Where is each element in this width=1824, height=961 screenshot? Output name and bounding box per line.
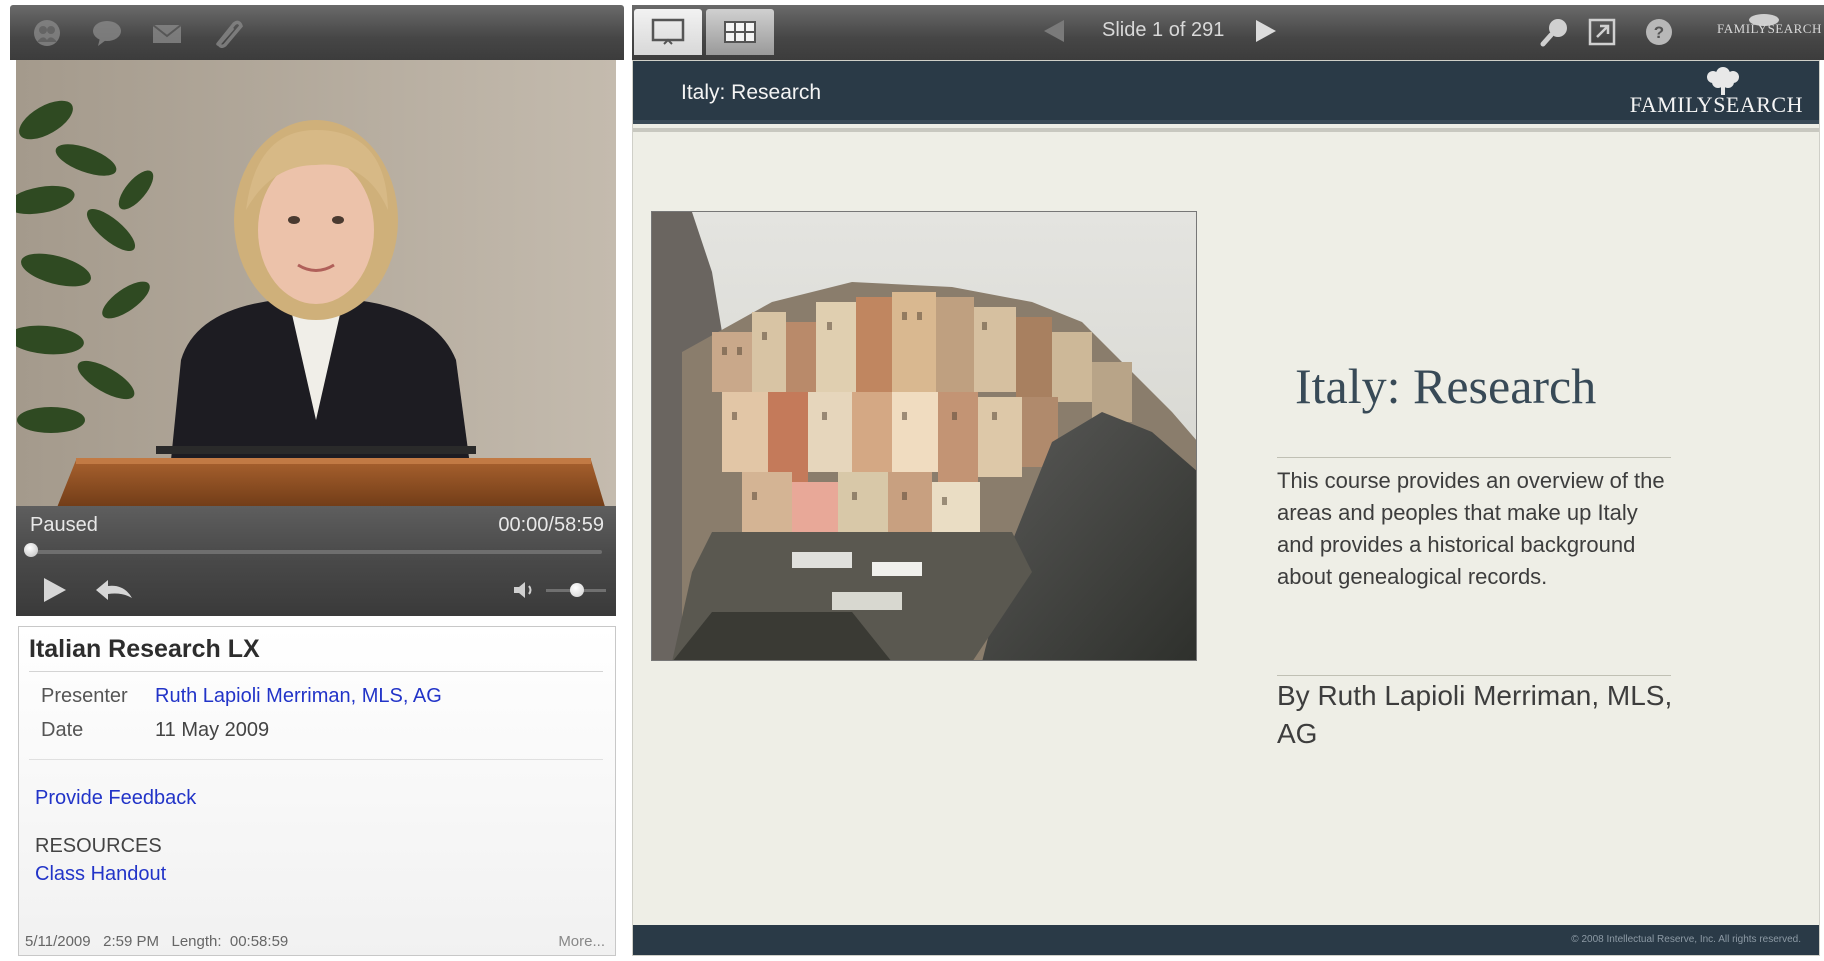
familysearch-tree-logo [1707,67,1739,95]
grid-view-tab[interactable] [706,9,774,55]
date-label: Date [41,719,84,741]
slide-header: Italy: Research FAMILYSEARCH [633,61,1819,124]
search-icon[interactable] [1540,17,1570,47]
more-link[interactable]: More... [558,933,605,950]
volume-handle[interactable] [570,583,584,597]
svg-text:?: ? [1654,23,1664,42]
slide-view-icon [651,18,685,45]
divider [29,759,603,760]
course-info-panel: Italian Research LX Presenter Ruth Lapio… [18,626,616,956]
slide-footer: © 2008 Intellectual Reserve, Inc. All ri… [633,925,1819,955]
group-icon[interactable] [30,18,64,48]
familysearch-logo: FAMILYSEARCH [1629,92,1803,117]
slide-header-title: Italy: Research [681,81,822,104]
slide-divider [1277,457,1671,458]
presenter-label: Presenter [41,685,128,707]
slide-divider [1277,675,1671,676]
slide-view-tab[interactable] [634,9,702,55]
resources-heading: RESOURCES [35,835,162,857]
progress-bar[interactable] [30,550,602,554]
slide-description: This course provides an overview of the … [1277,468,1665,589]
divider [29,671,603,672]
left-toolbar [10,5,624,60]
familysearch-logo-small: FAMILYSEARCH [1717,21,1822,36]
video-controls: Paused 00:00/58:59 [16,506,616,616]
provide-feedback-link[interactable]: Provide Feedback [35,787,196,810]
chat-icon[interactable] [90,18,124,48]
recording-meta: 5/11/2009 2:59 PM Length: 00:58:59 [25,933,289,950]
mail-icon[interactable] [150,18,184,48]
header-shadow [633,128,1819,132]
class-handout-link[interactable]: Class Handout [35,863,166,886]
course-title: Italian Research LX [29,635,260,663]
prev-arrow-icon[interactable] [1040,17,1066,45]
slide-author: By Ruth Lapioli Merriman, MLS, AG [1277,680,1673,749]
date-value: 11 May 2009 [155,719,270,741]
play-icon[interactable] [38,574,70,606]
help-icon[interactable]: ? [1644,17,1674,47]
video-player[interactable] [16,60,616,510]
playback-time: 00:00/58:59 [498,514,604,536]
next-arrow-icon[interactable] [1254,17,1280,45]
slide-canvas: Italy: Research FAMILYSEARCH Italy: Rese… [632,60,1820,956]
grid-view-icon [724,21,756,43]
slide-photo-cinque-terre [651,211,1197,661]
slide-toolbar: Slide 1 of 291 ? FAMILYSEARCH [632,5,1824,60]
volume-icon[interactable] [512,579,538,601]
progress-handle[interactable] [24,543,38,557]
playback-status: Paused [30,514,98,536]
popout-icon[interactable] [1587,17,1617,47]
slide-title: Italy: Research [1295,358,1597,414]
replay-icon[interactable] [94,576,134,606]
slide-counter: Slide 1 of 291 [1102,19,1225,41]
copyright-text: © 2008 Intellectual Reserve, Inc. All ri… [1571,934,1801,945]
attachment-icon[interactable] [210,18,244,49]
presenter-link[interactable]: Ruth Lapioli Merriman, MLS, AG [155,685,442,708]
